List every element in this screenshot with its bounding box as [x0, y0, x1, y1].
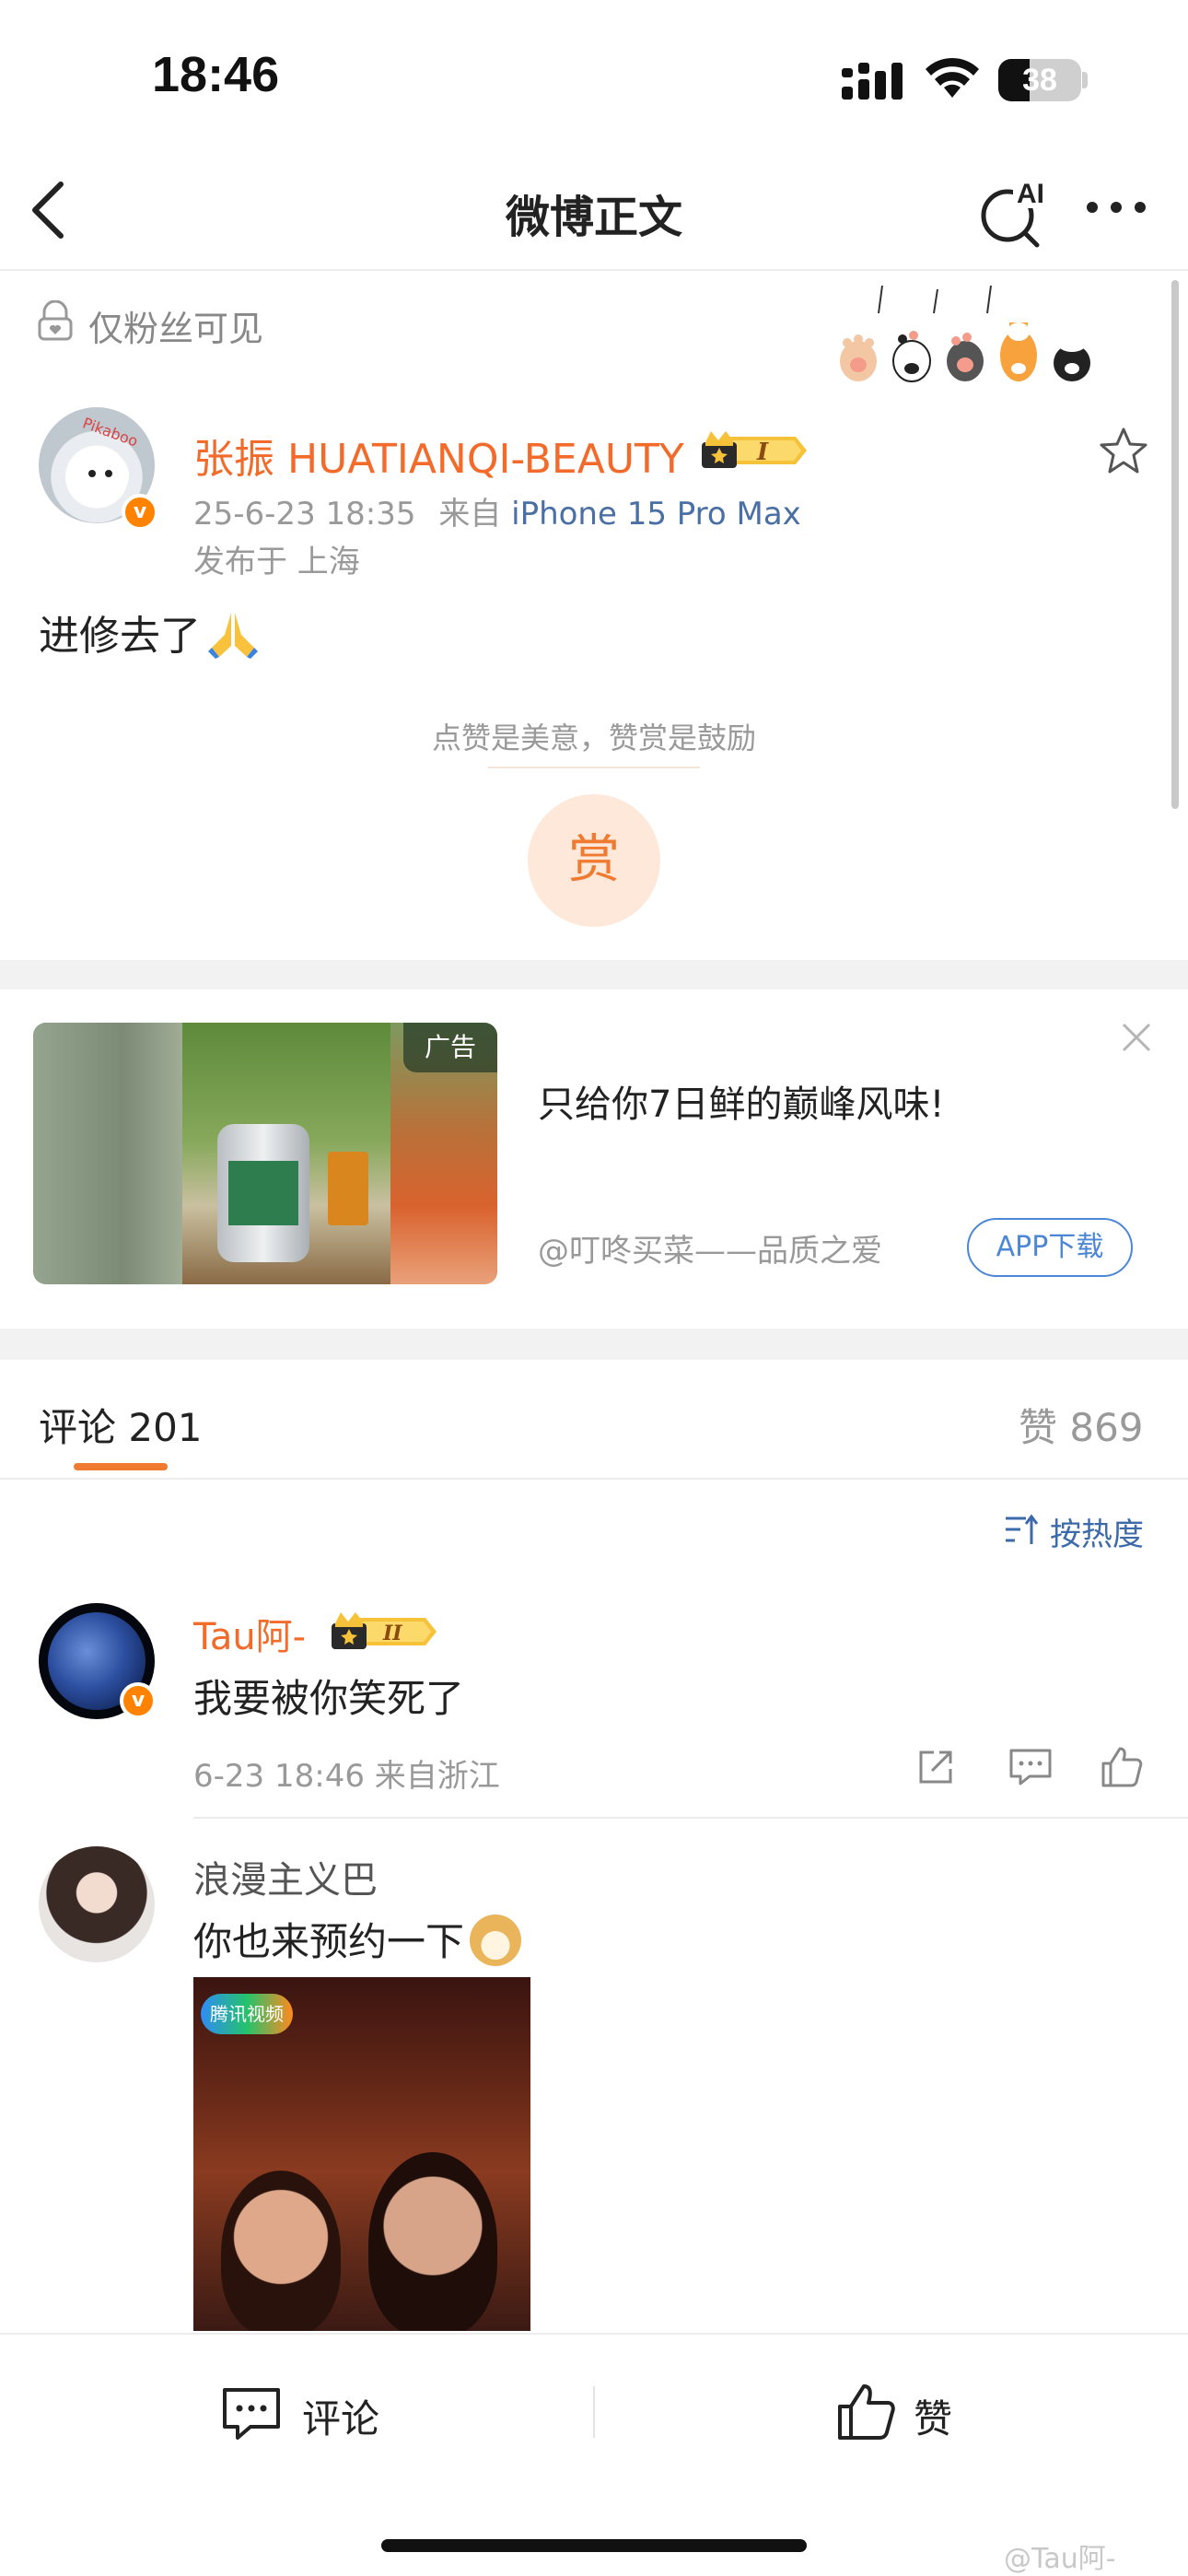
sort-by-hot[interactable]: 按热度	[1050, 1509, 1144, 1554]
battery-cap	[1082, 72, 1088, 88]
like-icon[interactable]	[1100, 1745, 1144, 1789]
member-level: I	[756, 439, 769, 466]
tencent-video-logo: 腾讯视频	[201, 1994, 293, 2034]
post-meta: 25-6-23 18:35 来自 iPhone 15 Pro Max	[193, 488, 801, 533]
post-content: 进修去了	[39, 603, 260, 662]
battery-percent: 38	[1022, 63, 1057, 98]
member-crown-badge-icon: II	[332, 1612, 437, 1649]
comment-button[interactable]: 评论	[302, 2388, 379, 2444]
reward-button[interactable]: 赏	[528, 794, 660, 927]
post-location: 发布于 上海	[193, 544, 360, 580]
section-gap	[0, 960, 1188, 989]
reward-hint: 点赞是美意，赞赏是鼓励	[431, 720, 756, 755]
comment-text: 你也来预约一下	[193, 1919, 465, 1964]
sort-icon[interactable]	[1002, 1511, 1039, 1548]
close-icon[interactable]	[1118, 1019, 1155, 1056]
avatar-text: Pikaboo	[80, 414, 140, 450]
like-icon[interactable]	[836, 2383, 897, 2441]
favorite-star-icon[interactable]	[1098, 426, 1149, 477]
author-name[interactable]: 张振 HUATIANQI-BEAUTY	[193, 426, 684, 485]
ad-source: @叮咚买菜——品质之爱	[538, 1233, 882, 1270]
ad-tag: 广告	[403, 1023, 497, 1072]
post-date: 25-6-23 18:35	[193, 496, 416, 533]
comment-meta: 6-23 18:46 来自浙江	[193, 1758, 500, 1795]
cellular-signal-icon	[842, 63, 903, 100]
comment-image[interactable]: 腾讯视频	[193, 1977, 530, 2331]
member-level: II	[382, 1622, 402, 1645]
reward-divider	[488, 767, 700, 768]
bar-separator	[593, 2386, 595, 2438]
lock-icon	[38, 300, 73, 341]
comments-divider	[0, 1478, 1188, 1480]
commenter-name[interactable]: 浪漫主义巴	[193, 1850, 378, 1903]
like-button[interactable]: 赞	[914, 2388, 952, 2444]
more-options-icon[interactable]	[1083, 193, 1149, 221]
home-indicator[interactable]	[381, 2539, 807, 2552]
ai-label: AI	[1017, 179, 1044, 209]
post-text: 进修去了	[39, 613, 201, 660]
ad-image[interactable]: 广告	[33, 1023, 497, 1284]
comment-content: 你也来预约一下	[193, 1911, 522, 1967]
wifi-icon	[926, 57, 979, 98]
comment-icon[interactable]	[221, 2386, 282, 2441]
tab-underline	[74, 1463, 168, 1470]
commenter-name[interactable]: Tau阿-	[193, 1607, 306, 1660]
battery-indicator: 38	[998, 59, 1081, 101]
praying-hands-emoji-icon	[208, 613, 258, 659]
member-crown-badge-icon: I	[702, 431, 807, 468]
scrollbar[interactable]	[1171, 280, 1179, 809]
post-device[interactable]: iPhone 15 Pro Max	[511, 496, 801, 533]
from-prefix: 来自	[438, 496, 502, 533]
comment-text: 我要被你笑死了	[193, 1676, 465, 1721]
tab-comments[interactable]: 评论 201	[39, 1397, 203, 1453]
fans-only-label: 仅粉丝可见	[88, 309, 264, 349]
commenter-avatar[interactable]	[39, 1846, 155, 1962]
cat-paws-decoration	[840, 285, 1090, 382]
watermark: @Tau阿-	[1004, 2543, 1116, 2575]
app-download-button[interactable]: APP下载	[967, 1218, 1133, 1277]
reply-icon[interactable]	[1007, 1747, 1054, 1787]
comment-divider	[193, 1817, 1188, 1819]
ai-search-icon[interactable]: AI	[976, 175, 1050, 249]
status-time: 18:46	[152, 47, 280, 102]
nav-divider	[0, 269, 1188, 271]
share-icon[interactable]	[915, 1747, 956, 1787]
verified-badge-icon: v	[122, 494, 158, 531]
section-gap	[0, 1329, 1188, 1360]
ad-title[interactable]: 只给你7日鲜的巅峰风味!	[538, 1074, 944, 1128]
verified-badge-icon: v	[120, 1682, 157, 1719]
doge-emoji-icon	[470, 1914, 522, 1966]
tab-likes[interactable]: 赞 869	[1019, 1397, 1144, 1453]
